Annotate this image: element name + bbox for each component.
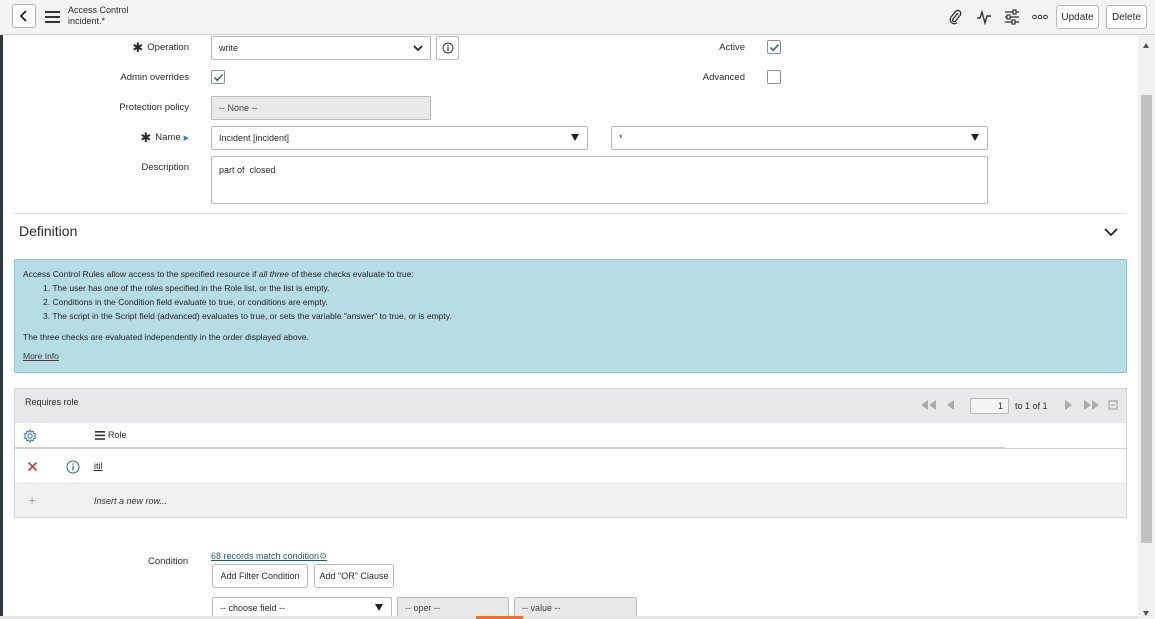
menu-icon[interactable] [45,11,60,23]
left-nav-edge [0,35,3,619]
dropdown-arrow-icon [971,134,979,141]
operation-value: write [219,43,239,53]
expand-arrow-icon[interactable]: ▶ [184,135,189,142]
column-underline [15,447,1005,448]
delete-row-icon[interactable] [27,461,38,472]
operation-info-button[interactable] [436,36,459,60]
info-icon[interactable] [66,460,80,474]
collapse-list-icon[interactable] [1108,397,1118,413]
operation-select[interactable]: write [211,36,431,60]
insert-row-placeholder[interactable]: Insert a new row... [94,496,167,506]
operation-label: ✱ Operation [132,40,189,55]
add-filter-condition-button[interactable]: Add Filter Condition [212,564,308,588]
page: Access Control incident.* Update Delete … [0,0,1155,619]
operator-value: -- oper -- [405,603,441,613]
definition-title: Definition [19,223,78,239]
vertical-scrollbar[interactable] [1138,35,1155,619]
collapse-chevron-icon[interactable] [1103,226,1119,238]
role-column-header[interactable]: Role [108,430,127,440]
protection-policy-value: -- None -- [219,103,258,113]
protection-policy-label: Protection policy [119,102,189,113]
admin-overrides-label: Admin overrides [120,72,189,83]
checkmark-icon [213,73,224,82]
name-field-select[interactable]: * [611,126,988,150]
section-divider [14,213,1126,214]
back-button[interactable] [12,4,36,28]
checkmark-icon [769,43,780,52]
requires-role-title: Requires role [25,397,79,407]
plus-icon[interactable]: + [28,492,36,508]
protection-policy-field: -- None -- [211,96,431,120]
chevron-down-icon [413,45,423,52]
form-title-line1: Access Control [68,5,129,15]
info-item-2: 2. Conditions in the Condition field eva… [43,297,328,307]
description-label: Description [141,162,189,173]
first-page-icon[interactable] [919,397,939,413]
info-closing: The three checks are evaluated independe… [23,332,309,342]
scroll-down-icon[interactable] [1143,611,1149,616]
settings-sliders-icon[interactable] [1002,8,1022,26]
required-icon: ✱ [140,130,152,145]
scrollbar-thumb[interactable] [1141,95,1152,543]
update-button[interactable]: Update [1056,5,1099,29]
choose-field-value: -- choose field -- [220,603,286,613]
advanced-checkbox[interactable] [767,70,781,84]
gear-icon[interactable] [23,429,37,443]
activity-icon[interactable] [974,8,994,26]
role-link[interactable]: itil [94,461,103,471]
condition-label: Condition [148,556,189,567]
form-title-line2: incident.* [68,16,106,26]
name-field-value: * [619,133,623,143]
description-value: part of closed [219,165,276,175]
active-label: Active [719,42,745,53]
definition-info-panel: Access Control Rules allow access to the… [14,259,1127,373]
required-icon: ✱ [132,40,144,55]
more-info-link[interactable]: More Info [23,351,59,361]
advanced-label: Advanced [702,72,745,83]
refresh-icon[interactable]: ⚙ [319,551,327,561]
records-match-link[interactable]: 68 records match condition⚙ [211,551,327,562]
more-icon[interactable] [1030,8,1050,26]
dropdown-arrow-icon [571,134,579,141]
add-or-clause-button[interactable]: Add "OR" Clause [314,564,394,588]
scroll-up-icon[interactable] [1143,43,1149,48]
info-item-1: 1. The user has one of the roles specifi… [43,283,330,293]
dropdown-arrow-icon [375,604,383,611]
back-arrow-icon [19,10,27,22]
delete-button[interactable]: Delete [1106,5,1147,29]
info-item-3: 3. The script in the Script field (advan… [43,311,452,321]
form-title: Access Control incident.* [68,5,129,27]
name-label: ✱ Name ▶ [140,130,189,145]
last-page-icon[interactable] [1081,397,1101,413]
next-page-icon[interactable] [1062,397,1074,413]
column-menu-icon[interactable] [95,431,105,440]
page-count-text: to 1 of 1 [1015,401,1048,411]
page-number-input[interactable]: 1 [970,398,1009,414]
previous-page-icon[interactable] [945,397,957,413]
requires-role-list: Requires role 1 to 1 of 1 Role itil + In… [14,388,1127,518]
form-header: Access Control incident.* Update Delete [0,0,1155,35]
requires-role-header: Requires role 1 to 1 of 1 [15,389,1126,423]
insert-row[interactable]: + Insert a new row... [15,484,1126,517]
info-icon [442,42,453,54]
value-placeholder: -- value -- [522,603,561,613]
list-column-header: Role [15,423,1126,449]
paperclip-icon[interactable] [946,8,964,26]
table-row: itil [15,449,1126,484]
active-checkbox[interactable] [767,40,781,54]
name-table-select[interactable]: Incident [incident] [211,126,588,150]
info-intro: Access Control Rules allow access to the… [23,269,414,279]
description-textarea[interactable]: part of closed [211,156,988,204]
admin-overrides-checkbox[interactable] [211,70,225,84]
name-table-value: Incident [incident] [219,133,290,143]
